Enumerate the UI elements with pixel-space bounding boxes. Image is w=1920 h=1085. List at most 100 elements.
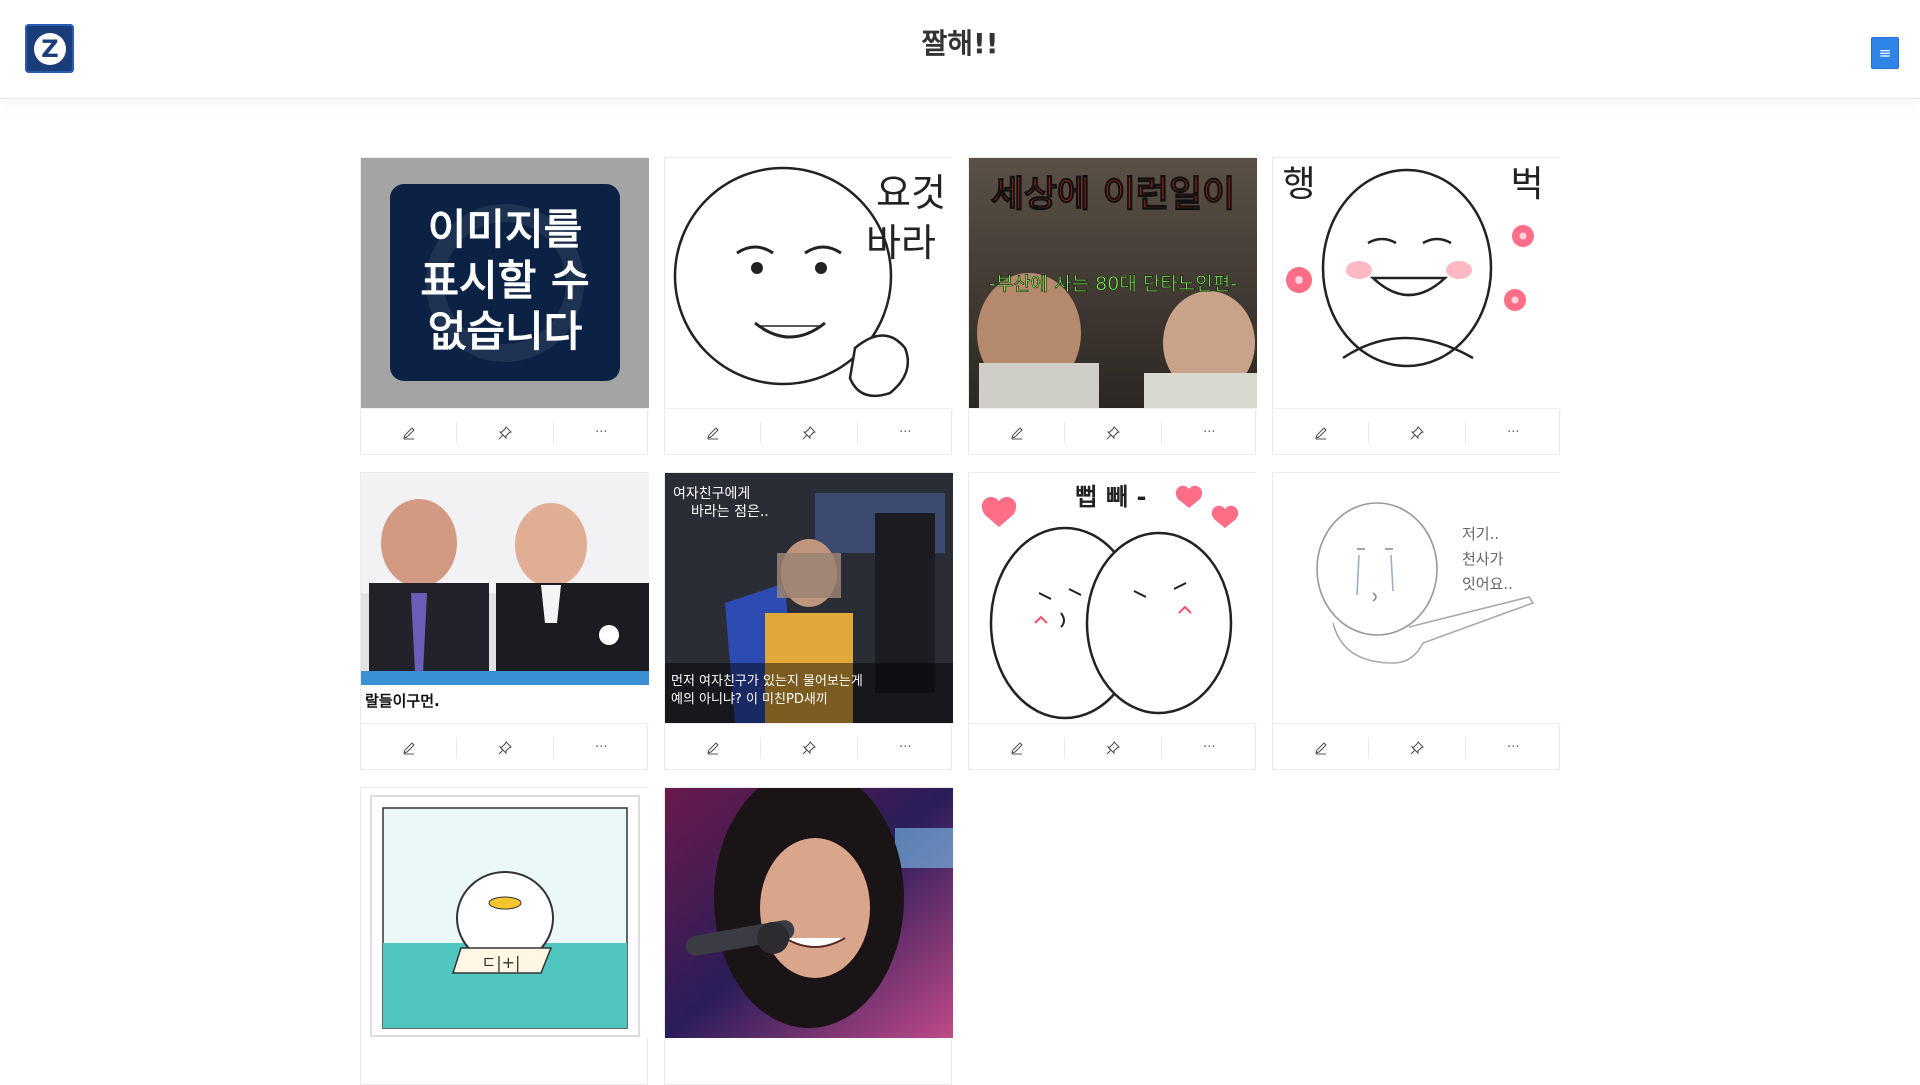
edit-button[interactable]	[665, 421, 762, 444]
image-card: 요것 바라 ···	[664, 157, 953, 456]
edit-button[interactable]	[665, 736, 762, 759]
edit-button[interactable]	[969, 736, 1066, 759]
pin-button[interactable]	[1065, 736, 1162, 759]
pin-button[interactable]	[1369, 736, 1466, 759]
photo-image: 여자친구에게 바라는 점은.. 먼저 여자친구가 있는지 물어보는게 예의 아니…	[665, 473, 953, 723]
pin-button[interactable]	[457, 421, 554, 444]
svg-text:이미지를: 이미지를	[428, 205, 583, 254]
page-title: 짤해!!	[921, 27, 999, 60]
more-options-button[interactable]: ···	[554, 737, 649, 759]
image-thumbnail[interactable]: 행 벅	[1273, 158, 1561, 408]
more-options-button[interactable]: ···	[858, 737, 953, 759]
pin-button[interactable]	[761, 736, 858, 759]
top-navigation-bar: Z 짤해!! ≡	[0, 0, 1920, 99]
meme-image: 행 벅	[1273, 158, 1561, 408]
image-unavailable-placeholder: 이미지를 표시할 수 없습니다	[361, 158, 649, 408]
card-actions: ···	[665, 408, 953, 456]
image-card: 랄들이구먼. ···	[360, 472, 649, 771]
image-card: 저기.. 천사가 잇어요.. ···	[1272, 472, 1561, 771]
image-thumbnail[interactable]: 여자친구에게 바라는 점은.. 먼저 여자친구가 있는지 물어보는게 예의 아니…	[665, 473, 953, 723]
pencil-icon	[402, 426, 415, 439]
image-card: 세상에 이런일이 -부산에 사는 80대 단타노인편- ···	[968, 157, 1257, 456]
pin-icon	[1410, 740, 1424, 754]
pin-icon	[802, 740, 816, 754]
image-thumbnail[interactable]: ㄷ|+|	[361, 788, 649, 1038]
image-card: 뻡 빼 - ···	[968, 472, 1257, 771]
pin-button[interactable]	[457, 736, 554, 759]
image-thumbnail[interactable]: 랄들이구먼.	[361, 473, 649, 723]
edit-button[interactable]	[1273, 736, 1370, 759]
edit-button[interactable]	[969, 421, 1066, 444]
image-card: ㄷ|+|	[360, 787, 649, 1085]
image-thumbnail[interactable]: 이미지를 표시할 수 없습니다	[361, 158, 649, 408]
svg-text:바라: 바라	[866, 221, 936, 265]
image-thumbnail[interactable]: 저기.. 천사가 잇어요..	[1273, 473, 1561, 723]
svg-text:ㄷ|+|: ㄷ|+|	[482, 953, 521, 972]
more-options-button[interactable]: ···	[1466, 737, 1561, 759]
more-options-button[interactable]: ···	[1466, 422, 1561, 444]
card-actions: ···	[665, 723, 953, 771]
pencil-icon	[1314, 426, 1327, 439]
image-grid: 이미지를 표시할 수 없습니다 ··· 요것 바라 ··· 세상에 이런일이 -…	[360, 157, 1561, 1085]
svg-text:벅: 벅	[1510, 164, 1543, 205]
more-options-button[interactable]: ···	[554, 422, 649, 444]
image-thumbnail[interactable]: 세상에 이런일이 -부산에 사는 80대 단타노인편-	[969, 158, 1257, 408]
hamburger-icon: ≡	[1878, 43, 1892, 62]
pin-icon	[1106, 425, 1120, 439]
image-thumbnail[interactable]	[665, 788, 953, 1038]
photo-image	[665, 788, 953, 1038]
svg-text:예의 아니냐? 이 미친PD새끼: 예의 아니냐? 이 미친PD새끼	[671, 692, 828, 707]
svg-text:표시할 수: 표시할 수	[420, 256, 589, 305]
ellipsis-icon: ···	[1507, 425, 1520, 440]
more-options-button[interactable]: ···	[1162, 422, 1257, 444]
image-thumbnail[interactable]: 뻡 빼 -	[969, 473, 1257, 723]
svg-text:천사가: 천사가	[1462, 550, 1504, 568]
ellipsis-icon: ···	[1203, 740, 1216, 755]
svg-text:행: 행	[1282, 164, 1315, 205]
meme-image: ㄷ|+|	[361, 788, 649, 1038]
svg-text:없습니다: 없습니다	[428, 307, 583, 356]
svg-text:저기..: 저기..	[1462, 525, 1499, 543]
card-actions: ···	[969, 723, 1257, 771]
card-actions: ···	[1273, 723, 1561, 771]
pencil-icon	[706, 741, 719, 754]
card-actions: ···	[969, 408, 1257, 456]
card-actions: ···	[361, 408, 649, 456]
image-thumbnail[interactable]: 요것 바라	[665, 158, 953, 408]
ellipsis-icon: ···	[899, 425, 912, 440]
ellipsis-icon: ···	[1507, 740, 1520, 755]
meme-image: 뻡 빼 -	[969, 473, 1257, 723]
edit-button[interactable]	[1273, 421, 1370, 444]
ellipsis-icon: ···	[1203, 425, 1216, 440]
edit-button[interactable]	[361, 736, 458, 759]
svg-text:요것: 요것	[876, 171, 946, 215]
pencil-icon	[706, 426, 719, 439]
photo-image: 랄들이구먼.	[361, 473, 649, 723]
svg-text:먼저 여자친구가 있는지 물어보는게: 먼저 여자친구가 있는지 물어보는게	[671, 674, 863, 689]
svg-text:-부산에 사는 80대 단타노인편-: -부산에 사는 80대 단타노인편-	[989, 273, 1237, 295]
edit-button[interactable]	[361, 421, 458, 444]
image-card: 행 벅 ···	[1272, 157, 1561, 455]
pencil-icon	[1010, 741, 1023, 754]
svg-text:랄들이구먼.: 랄들이구먼.	[365, 692, 440, 710]
pin-button[interactable]	[1065, 421, 1162, 444]
ellipsis-icon: ···	[595, 740, 608, 755]
svg-text:세상에 이런일이: 세상에 이런일이	[991, 174, 1235, 215]
svg-text:여자친구에게: 여자친구에게	[673, 486, 750, 502]
menu-button[interactable]: ≡	[1871, 37, 1899, 69]
pencil-icon	[402, 741, 415, 754]
image-card: 이미지를 표시할 수 없습니다 ···	[360, 157, 649, 456]
pin-icon	[498, 740, 512, 754]
svg-text:잇어요..: 잇어요..	[1462, 575, 1513, 593]
pin-button[interactable]	[761, 421, 858, 444]
more-options-button[interactable]: ···	[858, 422, 953, 444]
ellipsis-icon: ···	[595, 425, 608, 440]
pin-icon	[1410, 425, 1424, 439]
card-actions: ···	[361, 723, 649, 771]
pin-icon	[1106, 740, 1120, 754]
pin-button[interactable]	[1369, 421, 1466, 444]
more-options-button[interactable]: ···	[1162, 737, 1257, 759]
meme-image: 요것 바라	[665, 158, 953, 408]
image-card: 여자친구에게 바라는 점은.. 먼저 여자친구가 있는지 물어보는게 예의 아니…	[664, 472, 953, 771]
ellipsis-icon: ···	[899, 740, 912, 755]
